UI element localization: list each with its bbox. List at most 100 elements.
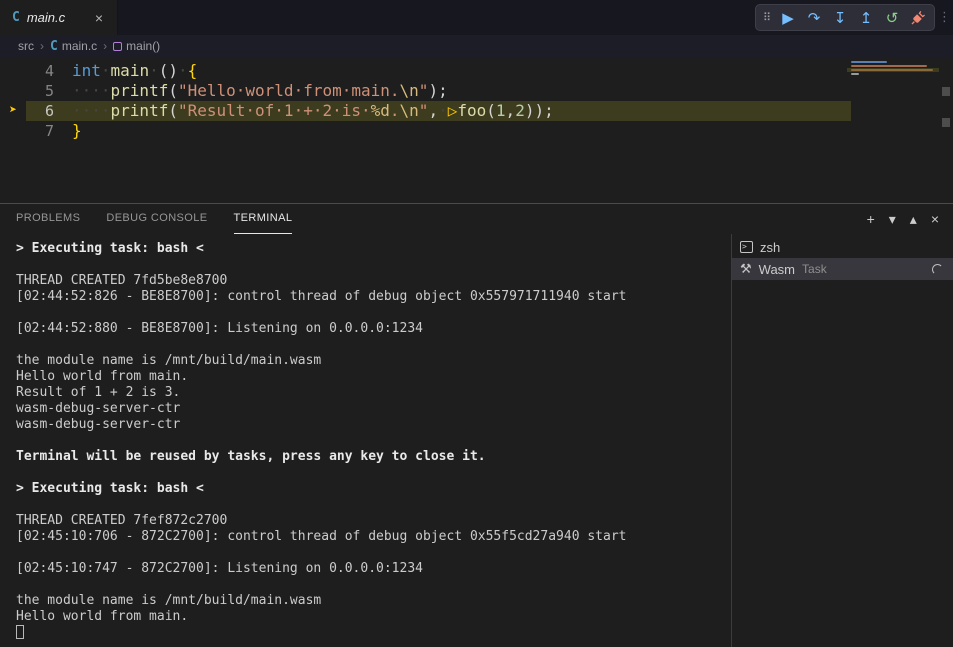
- gutter-glyph-margin[interactable]: [0, 61, 26, 81]
- code-token: (: [486, 101, 496, 120]
- terminal-line: [16, 577, 731, 593]
- code-token: 2: [515, 101, 525, 120]
- terminal-line: wasm-debug-server-ctr: [16, 401, 731, 417]
- editor-lines: 4int·main·()·{5····printf("Hello·world·f…: [0, 61, 851, 141]
- code-text: int·main·()·{: [54, 61, 197, 81]
- panel-tab-debug-console[interactable]: DEBUG CONSOLE: [106, 204, 207, 234]
- symbol-method-icon: [113, 42, 122, 51]
- line-number: 4: [26, 61, 54, 81]
- terminal-line: the module name is /mnt/build/main.wasm: [16, 593, 731, 609]
- debug-disconnect-icon[interactable]: [906, 6, 930, 30]
- terminal-line: Hello world from main.: [16, 369, 731, 385]
- terminal-line: [02:45:10:747 - 872C2700]: Listening on …: [16, 561, 731, 577]
- terminal-line: [16, 257, 731, 273]
- code-token: 1: [496, 101, 506, 120]
- terminal-line: [16, 337, 731, 353]
- minimap-line: [851, 65, 927, 67]
- c-file-icon: C: [12, 10, 20, 25]
- debug-restart-icon[interactable]: ↺: [880, 6, 904, 30]
- debug-continue-icon[interactable]: ▶: [776, 6, 800, 30]
- terminal-dropdown-icon[interactable]: ▾: [889, 212, 896, 226]
- minimap-line: [851, 61, 887, 63]
- code-token: ,: [428, 101, 438, 120]
- gutter-glyph-margin[interactable]: [0, 121, 26, 141]
- breadcrumb-separator: ›: [40, 39, 44, 53]
- terminal-line: [16, 433, 731, 449]
- ruler-mark: [942, 87, 950, 96]
- code-token: "Hello·world·from·main.: [178, 81, 400, 100]
- panel-body: > Executing task: bash < THREAD CREATED …: [0, 234, 953, 647]
- terminal-output[interactable]: > Executing task: bash < THREAD CREATED …: [0, 234, 731, 647]
- breadcrumb-label: main(): [126, 39, 160, 53]
- bottom-panel: PROBLEMS DEBUG CONSOLE TERMINAL + ▾ ▴ × > Exe…: [0, 203, 953, 647]
- line-number: 7: [26, 121, 54, 141]
- code-token: ": [419, 101, 429, 120]
- panel-tab-problems[interactable]: PROBLEMS: [16, 204, 80, 234]
- code-token: foo: [457, 101, 486, 120]
- c-file-icon: C: [50, 39, 58, 54]
- code-token: %d: [371, 101, 390, 120]
- terminal-list-item-wasm[interactable]: ⚒ Wasm Task: [732, 258, 953, 280]
- breadcrumb-main-c[interactable]: C main.c: [50, 39, 97, 54]
- terminal-line: [16, 625, 731, 641]
- inline-debug-arrow-icon: ▷: [448, 101, 458, 120]
- minimap-line: [851, 73, 859, 75]
- gutter-glyph-margin[interactable]: [0, 81, 26, 101]
- breadcrumb: src › C main.c › main(): [0, 35, 953, 57]
- close-panel-icon[interactable]: ×: [931, 212, 939, 226]
- minimap-line: [851, 69, 933, 71]
- code-token: }: [72, 121, 82, 140]
- code-token: printf: [111, 101, 169, 120]
- drag-grip-icon: ⠿: [760, 6, 774, 30]
- debug-step-over-icon[interactable]: ↷: [802, 6, 826, 30]
- more-actions-icon[interactable]: ⋮: [938, 9, 951, 25]
- debug-current-line-arrow-icon[interactable]: ➤: [0, 101, 26, 121]
- terminal-list-item-zsh[interactable]: >zsh: [732, 236, 953, 258]
- code-token: "Result·of·1·+·2·is·: [178, 101, 371, 120]
- terminal-item-label: Wasm: [759, 262, 795, 277]
- minimap[interactable]: [847, 57, 939, 203]
- breadcrumb-label: main.c: [62, 39, 97, 53]
- editor-tab-bar: C main.c × ⠿▶↷↧↥↺ ⋮: [0, 0, 953, 35]
- line-number: 5: [26, 81, 54, 101]
- code-line-6[interactable]: ➤6····printf("Result·of·1·+·2·is·%d.\n",…: [0, 101, 851, 121]
- code-token: ,: [506, 101, 516, 120]
- terminal-line: [16, 545, 731, 561]
- code-token: (: [168, 81, 178, 100]
- panel-tabs: PROBLEMS DEBUG CONSOLE TERMINAL: [16, 204, 292, 234]
- terminal-item-suffix: Task: [802, 262, 827, 276]
- debug-step-into-icon[interactable]: ↧: [828, 6, 852, 30]
- breadcrumb-separator: ›: [103, 39, 107, 53]
- maximize-panel-icon[interactable]: ▴: [910, 212, 917, 226]
- tools-icon: ⚒: [740, 261, 752, 277]
- task-spinner-icon: [932, 264, 943, 275]
- terminal-line: [02:44:52:826 - BE8E8700]: control threa…: [16, 289, 731, 305]
- code-line-5[interactable]: 5····printf("Hello·world·from·main.\n");: [0, 81, 851, 101]
- code-token: \n: [400, 81, 419, 100]
- code-token: ·: [178, 61, 188, 80]
- code-line-4[interactable]: 4int·main·()·{: [0, 61, 851, 81]
- tab-main-c[interactable]: C main.c ×: [0, 0, 118, 35]
- panel-tab-terminal[interactable]: TERMINAL: [234, 204, 293, 234]
- debug-step-out-icon[interactable]: ↥: [854, 6, 878, 30]
- code-token: ·: [438, 101, 448, 120]
- code-line-7[interactable]: 7}: [0, 121, 851, 141]
- breadcrumb-main-symbol[interactable]: main(): [113, 39, 160, 53]
- breadcrumb-src[interactable]: src: [18, 39, 34, 53]
- ruler-mark: [942, 118, 950, 127]
- code-token: {: [188, 61, 198, 80]
- terminal-line: [02:44:52:880 - BE8E8700]: Listening on …: [16, 321, 731, 337]
- terminal-line: Terminal will be reused by tasks, press …: [16, 449, 731, 465]
- code-token: ····: [72, 101, 111, 120]
- terminal-line: [16, 305, 731, 321]
- code-token: ····: [72, 81, 111, 100]
- new-terminal-icon[interactable]: +: [867, 212, 875, 226]
- terminal-line: Result of 1 + 2 is 3.: [16, 385, 731, 401]
- terminal-item-label: zsh: [760, 240, 780, 255]
- terminal-cursor: [16, 625, 24, 639]
- vscode-window: C main.c × ⠿▶↷↧↥↺ ⋮ src › C main.c › mai…: [0, 0, 953, 647]
- code-token: ));: [525, 101, 554, 120]
- code-editor[interactable]: 4int·main·()·{5····printf("Hello·world·f…: [0, 57, 953, 203]
- tab-close-icon[interactable]: ×: [93, 10, 105, 26]
- editor-scrollbar[interactable]: [939, 57, 953, 203]
